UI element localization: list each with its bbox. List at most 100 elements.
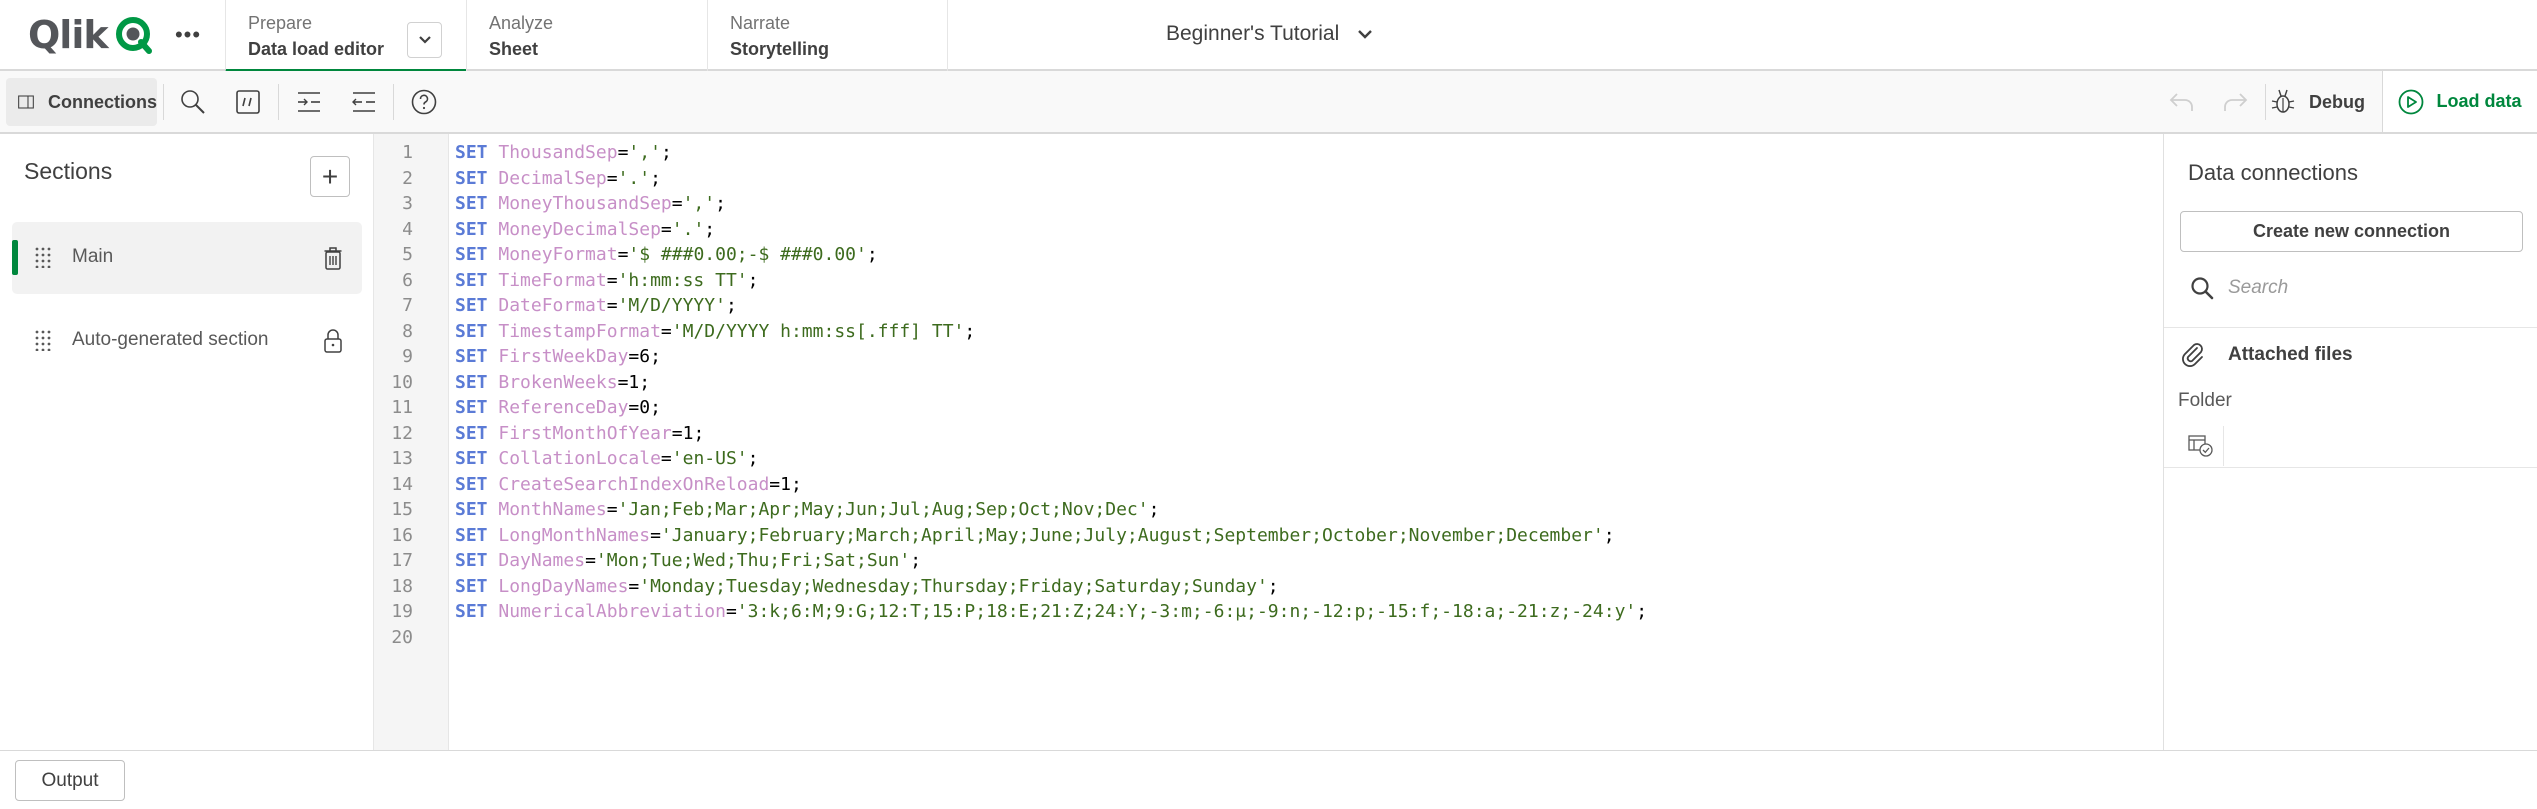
help-button[interactable] [402,78,446,126]
line-number: 4 [402,218,413,240]
section-name: Main [72,246,114,267]
line-number: 11 [391,397,413,418]
code-line[interactable]: SET LongDayNames='Monday;Tuesday;Wednesd… [455,574,1279,600]
paperclip-icon [2182,343,2203,367]
panel-toggle-icon [18,95,34,109]
play-icon [2399,89,2424,114]
keyword-token: SET [455,397,488,418]
section-name: Auto-generated section [72,329,269,350]
code-line[interactable]: SET MoneyFormat='$ ###0.00;-$ ###0.00'; [455,242,878,268]
line-number: 20 [391,626,413,648]
tab-analyze[interactable]: Analyze Sheet [466,0,707,71]
table-check-icon [2187,435,2213,457]
line-number: 8 [402,320,413,342]
debug-button[interactable]: Debug [2268,78,2368,126]
tab-kicker: Narrate [730,13,791,33]
redo-button[interactable] [2213,78,2257,126]
outdent-button[interactable] [342,78,386,126]
connections-search-input[interactable] [2228,277,2508,299]
add-section-button[interactable]: + [310,156,350,197]
section-item-auto-generated[interactable]: Auto-generated section [12,305,362,377]
terminator-token: ; [747,448,759,469]
code-line[interactable]: SET DateFormat='M/D/YYYY'; [455,293,737,319]
terminator-token: ; [790,473,802,495]
divider [2164,467,2537,468]
attached-files-header[interactable]: Attached files [2180,340,2353,370]
more-menu-button[interactable]: ••• [170,18,206,52]
bottom-bar: Output [0,750,2537,809]
line-number: 17 [391,550,413,571]
connections-label: Connections [47,91,157,112]
code-line[interactable]: SET MoneyDecimalSep='.'; [455,217,715,243]
delete-section-button[interactable] [320,244,346,272]
code-line[interactable]: SET CreateSearchIndexOnReload=1; [455,472,802,498]
line-number: 18 [391,575,413,597]
code-line[interactable]: SET MonthNames='Jan;Feb;Mar;Apr;May;Jun;… [455,497,1159,523]
attached-files-label: Attached files [2228,344,2353,365]
terminator-token: ; [964,320,976,342]
operator-token: = [606,499,618,520]
qlik-logo[interactable]: Qlik [28,13,154,57]
tab-narrate[interactable]: Narrate Storytelling [707,0,948,71]
terminator-token: ; [1636,601,1648,622]
terminator-token: ; [639,371,651,393]
code-line[interactable]: SET TimeFormat='h:mm:ss TT'; [455,268,758,294]
app-title-selector[interactable]: Beginner's Tutorial [1166,22,1373,46]
load-data-label: Load data [2436,91,2522,111]
line-number: 3 [402,193,413,214]
code-line[interactable]: SET DayNames='Mon;Tue;Wed;Thu;Fri;Sat;Su… [455,548,921,574]
operator-token: = [585,550,596,571]
value-token: '.' [671,218,705,240]
indent-button[interactable] [287,78,331,126]
code-line[interactable]: SET MoneyThousandSep=','; [455,191,726,217]
tab-kicker: Analyze [489,13,554,33]
load-data-button[interactable]: Load data [2382,71,2537,132]
connections-toggle-button[interactable]: Connections [6,78,157,126]
value-token: ',' [628,142,661,163]
code-line[interactable]: SET DecimalSep='.'; [455,166,661,192]
code-line[interactable]: SET ThousandSep=','; [455,140,672,166]
section-item-main[interactable]: Main [12,222,362,294]
keyword-token: SET [455,550,488,571]
search-icon [2191,277,2214,300]
tab-label: Sheet [489,39,539,59]
operator-token: = [617,142,629,163]
keyword-token: SET [455,346,488,367]
code-line[interactable]: SET FirstMonthOfYear=1; [455,421,704,447]
keyword-token: SET [455,320,488,342]
select-data-button[interactable] [2178,426,2224,466]
code-line[interactable]: SET LongMonthNames='January;February;Mar… [455,523,1615,549]
keyword-token: SET [455,167,488,189]
code-line[interactable]: SET ReferenceDay=0; [455,395,661,421]
variable-token: BrokenWeeks [498,371,618,393]
keyword-token: SET [455,218,488,240]
terminator-token: ; [910,550,922,571]
undo-button[interactable] [2160,78,2204,126]
keyword-token: SET [455,448,488,469]
script-editor[interactable]: SET ThousandSep=','; SET DecimalSep='.'; S… [449,134,2163,750]
comment-toggle-button[interactable] [226,78,270,126]
code-line[interactable]: SET CollationLocale='en-US'; [455,446,758,472]
prepare-dropdown-button[interactable] [407,22,442,58]
drag-handle-icon[interactable] [34,329,52,351]
output-button[interactable]: Output [15,760,125,801]
bug-icon [2271,89,2295,113]
keyword-token: SET [455,269,488,291]
value-token: 'Jan;Feb;Mar;Apr;May;Jun;Jul;Aug;Sep;Oct… [617,499,1149,520]
create-new-connection-button[interactable]: Create new connection [2180,211,2523,252]
code-line[interactable]: SET TimestampFormat='M/D/YYYY h:mm:ss[.f… [455,319,975,345]
code-line[interactable]: SET BrokenWeeks=1; [455,370,650,396]
code-line[interactable]: SET FirstWeekDay=6; [455,344,661,370]
terminator-token: ; [1603,524,1615,546]
drag-handle-icon[interactable] [34,246,52,268]
search-button[interactable] [171,78,215,126]
code-line[interactable]: SET NumericalAbbreviation='3:k;6:M;9:G;1… [455,599,1647,625]
keyword-token: SET [455,422,488,444]
